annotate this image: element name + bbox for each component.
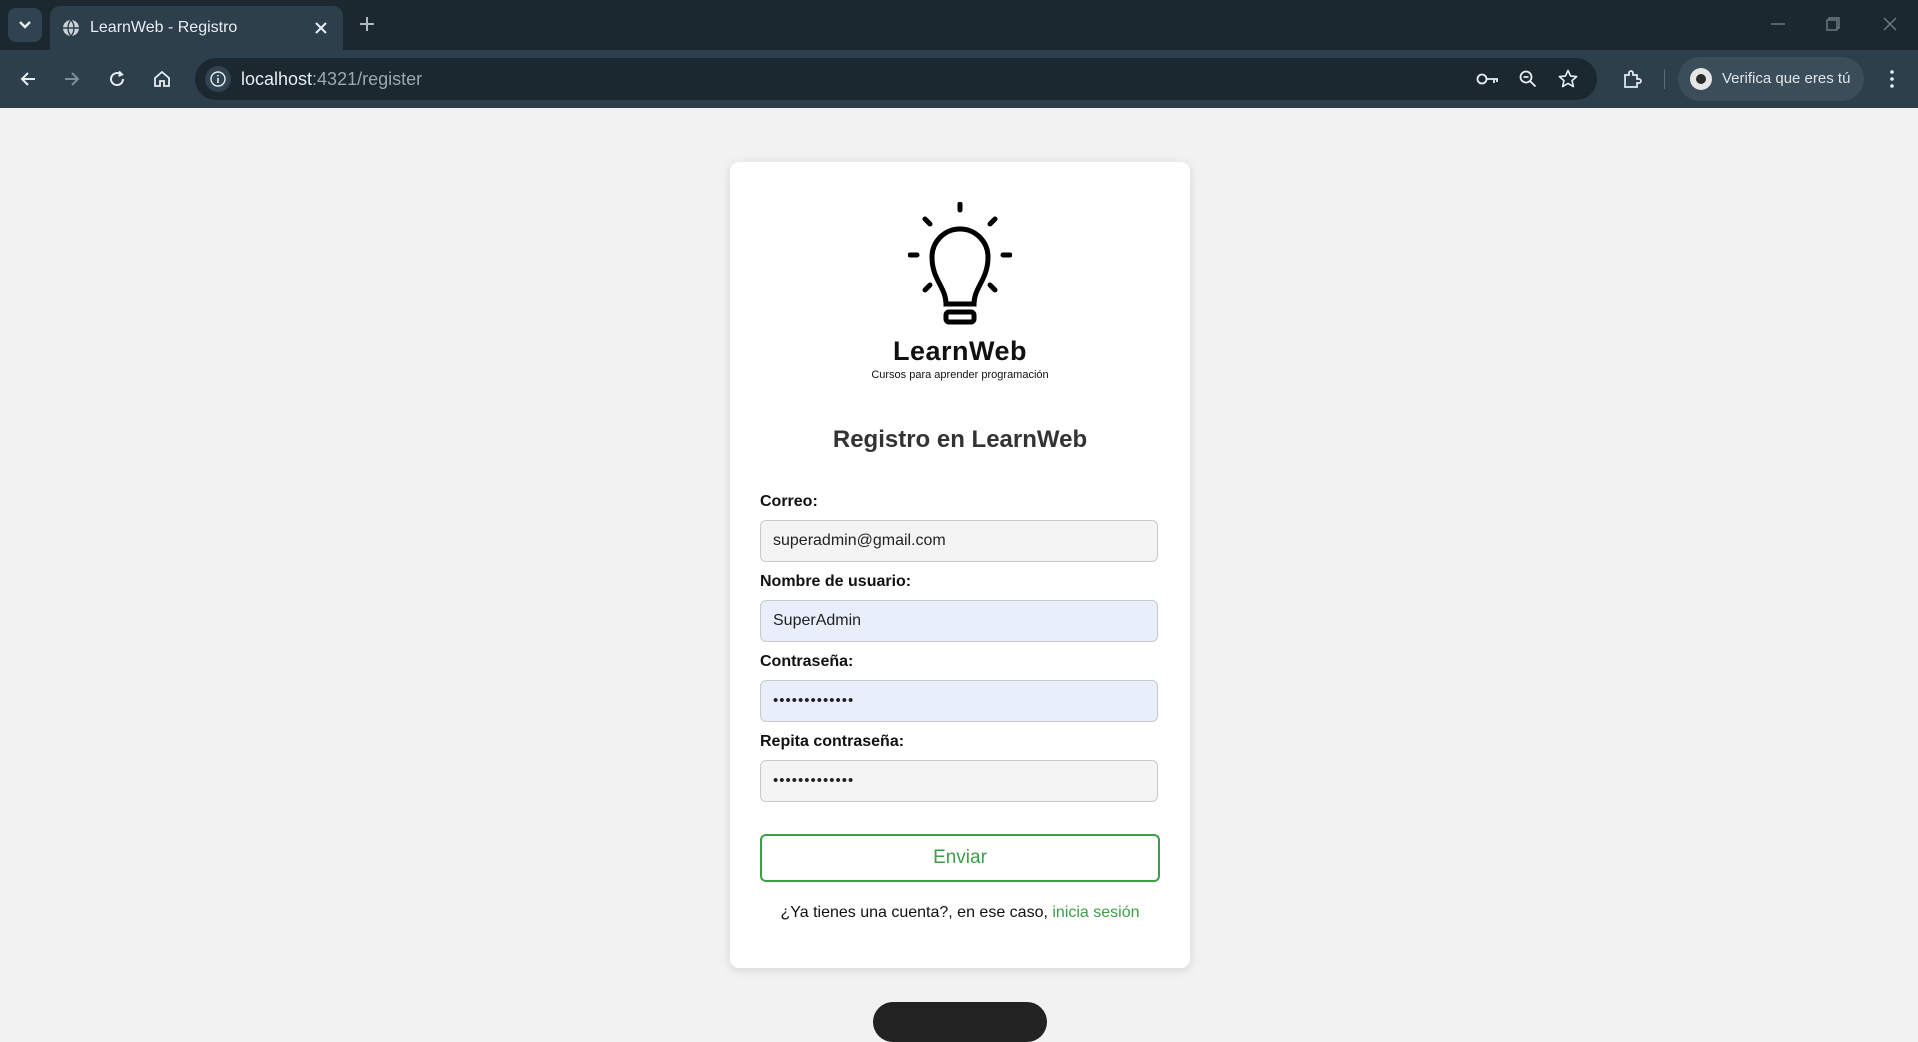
reload-icon — [110, 70, 125, 87]
star-icon — [1558, 69, 1578, 88]
tab-close-button[interactable] — [309, 16, 333, 40]
zoom-button[interactable] — [1516, 67, 1540, 91]
close-icon — [315, 22, 327, 34]
home-button[interactable] — [146, 63, 178, 95]
restore-icon — [1826, 17, 1840, 31]
toolbar-separator — [1664, 69, 1665, 89]
lightbulb-icon — [908, 202, 1012, 325]
password-label: Contraseña: — [760, 653, 854, 670]
extensions-button[interactable] — [1616, 63, 1648, 95]
back-arrow-icon — [20, 72, 35, 86]
repeat-password-field[interactable]: ••••••••••••• — [760, 760, 1158, 802]
forward-button[interactable] — [56, 63, 88, 95]
home-icon — [154, 70, 170, 87]
key-icon — [1476, 73, 1498, 85]
profile-label: Verifica que eres tú — [1722, 70, 1851, 87]
browser-tab[interactable]: LearnWeb - Registro — [50, 6, 343, 50]
submit-button[interactable]: Enviar — [760, 834, 1160, 882]
tab-search-icon — [19, 21, 31, 29]
dev-toolbar[interactable] — [873, 1002, 1047, 1042]
login-link[interactable]: inicia sesión — [1052, 904, 1139, 921]
plus-icon — [360, 17, 374, 31]
site-info-icon — [210, 71, 226, 87]
restore-button[interactable] — [1815, 10, 1851, 38]
username-label: Nombre de usuario: — [760, 573, 912, 590]
zoom-icon — [1519, 70, 1537, 88]
browser-toolbar: localhost:4321/register Verifica que ere… — [0, 50, 1918, 108]
url-text: localhost:4321/register — [241, 69, 422, 90]
bookmark-button[interactable] — [1556, 67, 1580, 91]
url-path: :4321/register — [312, 69, 423, 89]
email-field[interactable]: superadmin@gmail.com — [760, 520, 1158, 562]
kebab-menu-icon — [1890, 70, 1894, 88]
brand-name: LearnWeb — [892, 336, 1028, 366]
repeat-password-label: Repita contraseña: — [760, 733, 905, 750]
minimize-icon — [1771, 23, 1785, 25]
profile-button[interactable]: Verifica que eres tú — [1678, 57, 1864, 101]
minimize-button[interactable] — [1760, 10, 1796, 38]
username-field[interactable]: SuperAdmin — [760, 600, 1158, 642]
globe-icon — [63, 19, 79, 37]
tab-search-button[interactable] — [8, 8, 42, 42]
tab-title: LearnWeb - Registro — [90, 19, 238, 36]
profile-avatar — [1690, 68, 1712, 90]
browser-menu-button[interactable] — [1876, 63, 1908, 95]
password-key-button[interactable] — [1476, 67, 1500, 91]
password-field[interactable]: ••••••••••••• — [760, 680, 1158, 722]
register-card: LearnWeb Cursos para aprender programaci… — [730, 162, 1190, 968]
address-bar[interactable]: localhost:4321/register — [195, 58, 1597, 100]
login-prompt-text: ¿Ya tienes una cuenta?, en ese caso, — [780, 904, 1053, 921]
forward-arrow-icon — [65, 72, 80, 86]
browser-tab-bar: LearnWeb - Registro — [0, 0, 1918, 50]
window-close-icon — [1883, 17, 1897, 31]
brand-tagline: Cursos para aprender programación — [871, 369, 1049, 381]
site-info-button[interactable] — [205, 66, 231, 92]
extensions-icon — [1624, 70, 1642, 88]
url-host: localhost — [241, 69, 313, 89]
learnweb-logo: LearnWeb Cursos para aprender programaci… — [860, 202, 1060, 382]
email-label: Correo: — [760, 493, 818, 510]
window-close-button[interactable] — [1872, 10, 1908, 38]
page-title: Registro en LearnWeb — [832, 426, 1088, 453]
login-prompt: ¿Ya tienes una cuenta?, en ese caso, ini… — [730, 904, 1190, 922]
new-tab-button[interactable] — [353, 10, 381, 38]
back-button[interactable] — [12, 63, 44, 95]
reload-button[interactable] — [101, 63, 133, 95]
